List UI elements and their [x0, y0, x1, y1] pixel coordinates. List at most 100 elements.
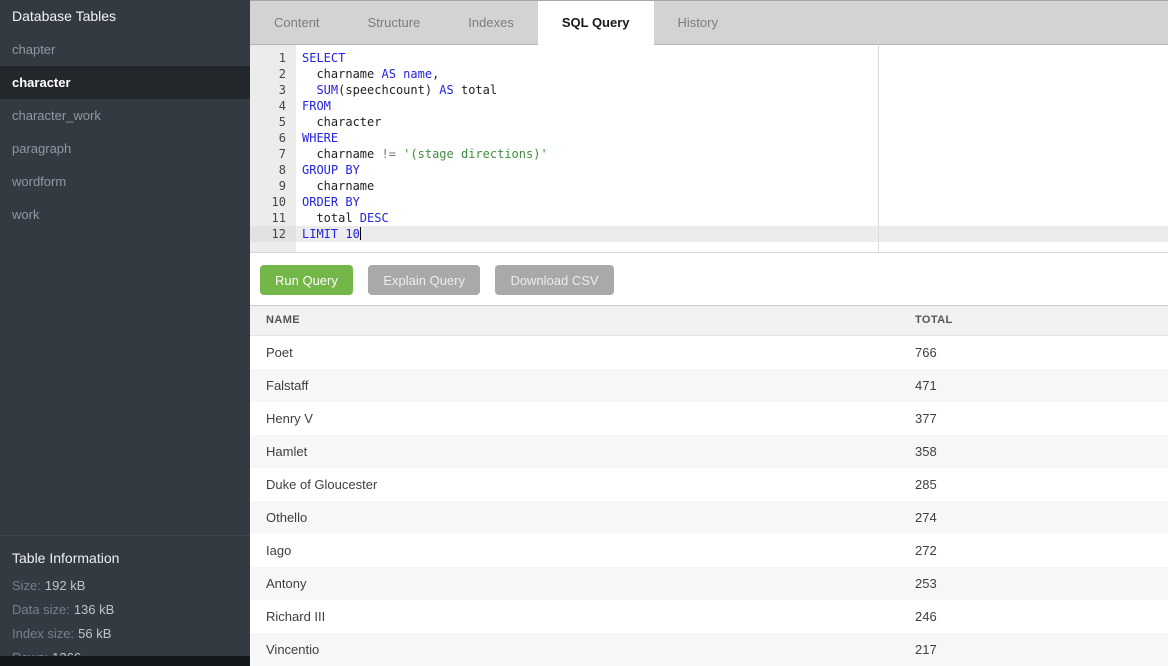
cell-name: Henry V — [250, 402, 915, 435]
table-list: chaptercharactercharacter_workparagraphw… — [0, 33, 250, 231]
cell-total: 246 — [915, 600, 1168, 633]
line-number: 6 — [250, 130, 296, 146]
download-csv-button[interactable]: Download CSV — [495, 265, 613, 295]
explain-query-button[interactable]: Explain Query — [368, 265, 480, 295]
table-information-panel: Table Information Size:192 kBData size:1… — [0, 535, 250, 656]
cell-total: 272 — [915, 534, 1168, 567]
tab-content[interactable]: Content — [250, 1, 344, 45]
sidebar-title: Database Tables — [0, 0, 250, 33]
code-line[interactable]: 9 charname — [250, 178, 1168, 194]
code-line[interactable]: 2 charname AS name, — [250, 66, 1168, 82]
sidebar-item-work[interactable]: work — [0, 198, 250, 231]
code-line[interactable]: 3 SUM(speechcount) AS total — [250, 82, 1168, 98]
code-line[interactable]: 1SELECT — [250, 50, 1168, 66]
code-text: charname AS name, — [296, 66, 439, 82]
code-text: ORDER BY — [296, 194, 360, 210]
text-cursor — [360, 227, 361, 240]
code-lines: 1SELECT2 charname AS name,3 SUM(speechco… — [250, 45, 1168, 242]
table-row[interactable]: Othello274 — [250, 501, 1168, 534]
cell-name: Vincentio — [250, 633, 915, 666]
editor-ruler-line — [878, 45, 879, 252]
column-header-name[interactable]: NAME — [250, 306, 915, 335]
sidebar-item-paragraph[interactable]: paragraph — [0, 132, 250, 165]
tab-bar: ContentStructureIndexesSQL QueryHistory — [250, 0, 1168, 45]
code-line[interactable]: 7 charname != '(stage directions)' — [250, 146, 1168, 162]
sql-editor[interactable]: 1SELECT2 charname AS name,3 SUM(speechco… — [250, 45, 1168, 253]
cell-total: 253 — [915, 567, 1168, 600]
cell-name: Richard III — [250, 600, 915, 633]
cell-total: 358 — [915, 435, 1168, 468]
table-row[interactable]: Hamlet358 — [250, 435, 1168, 468]
table-row[interactable]: Falstaff471 — [250, 369, 1168, 402]
cell-total: 471 — [915, 369, 1168, 402]
line-number: 10 — [250, 194, 296, 210]
line-number: 2 — [250, 66, 296, 82]
results-table: NAME TOTAL Poet766Falstaff471Henry V377H… — [250, 305, 1168, 666]
tab-structure[interactable]: Structure — [344, 1, 445, 45]
line-number: 4 — [250, 98, 296, 114]
table-information-title: Table Information — [12, 544, 250, 572]
table-info-row: Index size: 56 kB — [12, 622, 250, 646]
table-row[interactable]: Richard III246 — [250, 600, 1168, 633]
table-info-label: Index size: — [12, 626, 74, 641]
table-info-label: Data size: — [12, 602, 70, 617]
code-text: charname — [296, 178, 374, 194]
code-text: LIMIT 10 — [296, 226, 361, 242]
tab-history[interactable]: History — [654, 1, 742, 45]
cell-total: 217 — [915, 633, 1168, 666]
table-information-fields: Size:192 kBData size:136 kBIndex size:56… — [12, 574, 250, 666]
sidebar-item-character-work[interactable]: character_work — [0, 99, 250, 132]
cell-name: Falstaff — [250, 369, 915, 402]
table-info-value: 192 kB — [45, 578, 85, 593]
table-row[interactable]: Iago272 — [250, 534, 1168, 567]
code-text: total DESC — [296, 210, 389, 226]
cell-name: Iago — [250, 534, 915, 567]
tab-sql-query[interactable]: SQL Query — [538, 1, 654, 45]
results-rows: Poet766Falstaff471Henry V377Hamlet358Duk… — [250, 336, 1168, 666]
code-line[interactable]: 11 total DESC — [250, 210, 1168, 226]
table-info-row: Data size: 136 kB — [12, 598, 250, 622]
sidebar: Database Tables chaptercharactercharacte… — [0, 0, 250, 666]
tab-indexes[interactable]: Indexes — [444, 1, 538, 45]
table-row[interactable]: Vincentio217 — [250, 633, 1168, 666]
line-number: 3 — [250, 82, 296, 98]
sidebar-item-character[interactable]: character — [0, 66, 250, 99]
line-number: 12 — [250, 226, 296, 242]
line-number: 9 — [250, 178, 296, 194]
table-row[interactable]: Henry V377 — [250, 402, 1168, 435]
line-number: 7 — [250, 146, 296, 162]
table-row[interactable]: Duke of Gloucester285 — [250, 468, 1168, 501]
table-info-value: 56 kB — [78, 626, 111, 641]
cell-total: 377 — [915, 402, 1168, 435]
sidebar-item-wordform[interactable]: wordform — [0, 165, 250, 198]
line-number: 8 — [250, 162, 296, 178]
code-line[interactable]: 12LIMIT 10 — [250, 226, 1168, 242]
app-window: Database Tables chaptercharactercharacte… — [0, 0, 1168, 666]
cell-total: 274 — [915, 501, 1168, 534]
code-line[interactable]: 6WHERE — [250, 130, 1168, 146]
line-number: 5 — [250, 114, 296, 130]
code-text: SUM(speechcount) AS total — [296, 82, 497, 98]
cell-total: 766 — [915, 336, 1168, 369]
code-text: FROM — [296, 98, 331, 114]
code-text: character — [296, 114, 381, 130]
code-line[interactable]: 8GROUP BY — [250, 162, 1168, 178]
code-text: SELECT — [296, 50, 345, 66]
table-info-value: 136 kB — [74, 602, 114, 617]
main-panel: ContentStructureIndexesSQL QueryHistory … — [250, 0, 1168, 666]
cell-name: Othello — [250, 501, 915, 534]
code-text: WHERE — [296, 130, 338, 146]
sidebar-item-chapter[interactable]: chapter — [0, 33, 250, 66]
results-header-row: NAME TOTAL — [250, 305, 1168, 336]
code-text: GROUP BY — [296, 162, 360, 178]
cell-name: Hamlet — [250, 435, 915, 468]
table-row[interactable]: Poet766 — [250, 336, 1168, 369]
code-line[interactable]: 5 character — [250, 114, 1168, 130]
run-query-button[interactable]: Run Query — [260, 265, 353, 295]
code-line[interactable]: 4FROM — [250, 98, 1168, 114]
table-row[interactable]: Antony253 — [250, 567, 1168, 600]
code-text: charname != '(stage directions)' — [296, 146, 548, 162]
column-header-total[interactable]: TOTAL — [915, 306, 1168, 335]
query-toolbar: Run Query Explain Query Download CSV — [250, 253, 1168, 305]
code-line[interactable]: 10ORDER BY — [250, 194, 1168, 210]
